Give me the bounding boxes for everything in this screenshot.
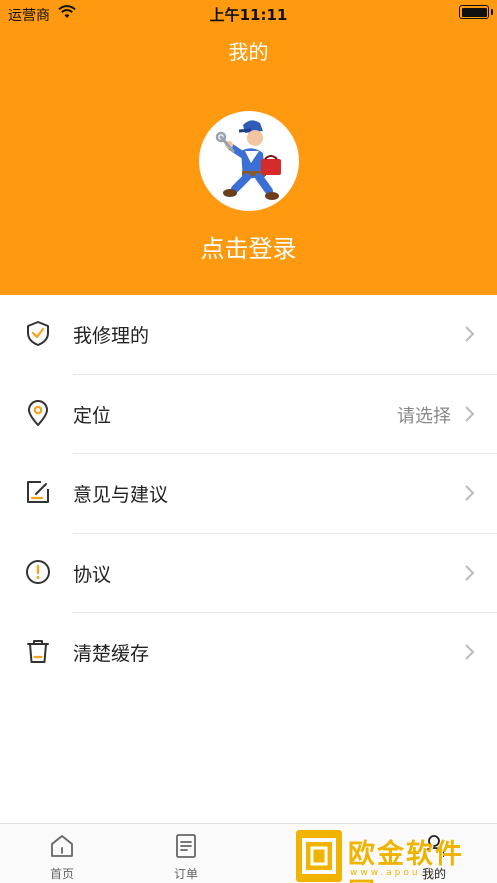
status-bar: 运营商 上午11:11 [0, 0, 497, 26]
exclamation-circle-icon [26, 559, 50, 584]
battery-tip [491, 9, 493, 15]
edit-icon [27, 481, 49, 503]
menu-item-label: 意见与建议 [73, 484, 169, 506]
repairman-illustration [215, 120, 281, 200]
watermark-url: www.apou... [350, 868, 439, 878]
tab-orders[interactable]: 订单 [124, 824, 248, 883]
tab-label: 订单 [173, 867, 198, 881]
menu-item-feedback[interactable]: 意见与建议 [0, 454, 497, 534]
menu-item-label: 清楚缓存 [73, 643, 150, 665]
status-time: 上午11:11 [209, 6, 288, 24]
tab-label: 首页 [49, 867, 74, 881]
watermark: 欧金软件园 www.apou... [296, 830, 492, 883]
home-icon [51, 835, 73, 857]
menu-item-my-repairs[interactable]: 我修理的 [0, 295, 497, 375]
page-title: 我的 [228, 40, 269, 64]
tab-home[interactable]: 首页 [0, 824, 124, 883]
login-button[interactable]: 点击登录 [0, 229, 497, 264]
chevron-right-icon [465, 485, 475, 501]
location-select-value: 请选择 [397, 405, 451, 427]
trash-icon [27, 640, 49, 663]
menu-item-label: 我修理的 [73, 325, 150, 347]
location-pin-icon [28, 399, 48, 426]
settings-menu: 我修理的 定位 请选择 意见与建议 协议 清楚缓存 [0, 295, 497, 693]
battery-icon [459, 5, 489, 19]
chevron-right-icon [465, 405, 475, 422]
shield-check-icon [27, 321, 49, 346]
menu-item-clear-cache[interactable]: 清楚缓存 [0, 613, 497, 693]
avatar[interactable] [199, 111, 299, 211]
menu-item-location[interactable]: 定位 请选择 [0, 375, 497, 454]
chevron-right-icon [465, 564, 475, 581]
menu-item-agreement[interactable]: 协议 [0, 534, 497, 613]
menu-item-label: 定位 [73, 404, 112, 427]
profile-header: 运营商 上午11:11 我的 点击登录 [0, 0, 497, 295]
chevron-right-icon [465, 326, 475, 342]
chevron-right-icon [465, 644, 475, 660]
menu-item-label: 协议 [73, 563, 112, 586]
watermark-logo [296, 830, 342, 882]
order-icon [176, 834, 196, 858]
